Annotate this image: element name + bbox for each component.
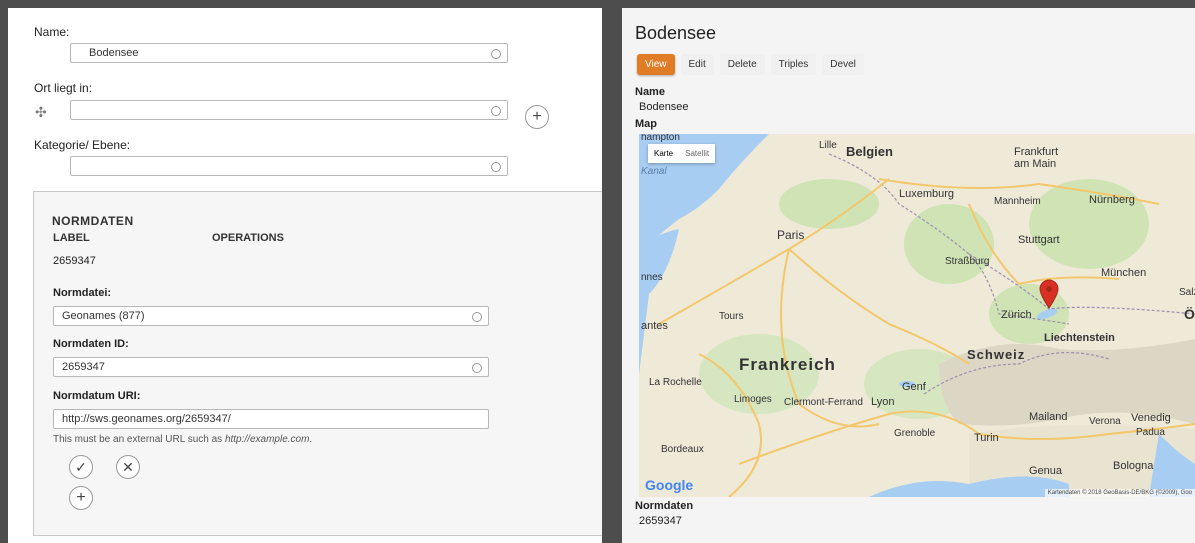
autocomplete-icon bbox=[472, 312, 482, 322]
map-label-la-rochelle: La Rochelle bbox=[649, 377, 702, 388]
close-icon: ✕ bbox=[122, 458, 134, 475]
tab-triples[interactable]: Triples bbox=[770, 54, 817, 75]
name-label: Name: bbox=[34, 25, 70, 39]
map-type-karte[interactable]: Karte bbox=[648, 144, 679, 163]
name-field-label: Name bbox=[635, 86, 665, 98]
map-attribution: Kartendaten © 2018 GeoBasis-DE/BKG (©200… bbox=[1044, 489, 1195, 497]
confirm-button[interactable]: ✓ bbox=[69, 455, 93, 479]
map-label-frankfurt: Frankfurt am Main bbox=[1014, 146, 1059, 170]
map-label-turin: Turin bbox=[974, 432, 999, 444]
view-panel: Bodensee View Edit Delete Triples Devel … bbox=[622, 8, 1195, 543]
uri-help-text: This must be an external URL such as htt… bbox=[53, 434, 312, 445]
map-label-osterreich: Ö bbox=[1184, 306, 1195, 322]
name-field[interactable]: Bodensee bbox=[70, 43, 508, 63]
map-label-mannheim: Mannheim bbox=[994, 196, 1041, 207]
map-label-southampton: hampton bbox=[641, 134, 680, 143]
location-marker-icon[interactable] bbox=[1039, 279, 1059, 309]
uri-help-suffix: . bbox=[309, 434, 313, 445]
normdaten-id-label: Normdaten ID: bbox=[53, 338, 129, 350]
autocomplete-icon bbox=[491, 49, 501, 59]
map-label-padua: Padua bbox=[1136, 427, 1165, 438]
map-label-nurnberg: Nürnberg bbox=[1089, 194, 1135, 206]
map-label-frankreich: Frankreich bbox=[739, 355, 836, 374]
map-label-lille: Lille bbox=[819, 140, 837, 151]
normdatum-uri-label: Normdatum URI: bbox=[53, 390, 141, 402]
tab-devel[interactable]: Devel bbox=[822, 54, 864, 75]
page-title: Bodensee bbox=[635, 23, 717, 43]
normdatei-field-value: Geonames (877) bbox=[62, 310, 145, 322]
uri-help-example: http://example.com bbox=[224, 434, 310, 445]
ort-label: Ort liegt in: bbox=[34, 81, 93, 95]
normdatum-uri-field[interactable]: http://sws.geonames.org/2659347/ bbox=[53, 409, 489, 429]
map-label-grenoble: Grenoble bbox=[894, 428, 936, 439]
map-label-schweiz: Schweiz bbox=[967, 347, 1026, 362]
local-tasks-tabs: View Edit Delete Triples Devel bbox=[637, 54, 864, 75]
map-label-stuttgart: Stuttgart bbox=[1018, 234, 1060, 246]
map-field-label: Map bbox=[635, 118, 657, 130]
column-header-operations: OPERATIONS bbox=[212, 232, 284, 244]
autocomplete-icon bbox=[472, 363, 482, 373]
tab-view[interactable]: View bbox=[637, 54, 675, 75]
map-label-rennes: nnes bbox=[641, 272, 663, 283]
normdaten-title: NORMDATEN bbox=[52, 214, 134, 228]
map-label-clermont: Clermont-Ferrand bbox=[784, 397, 863, 408]
name-field-value: Bodensee bbox=[639, 101, 689, 113]
kategorie-field[interactable] bbox=[70, 156, 508, 176]
add-ort-button[interactable]: + bbox=[525, 105, 549, 129]
map-label-paris: Paris bbox=[777, 228, 805, 242]
map-label-salzburg: Salzbu bbox=[1179, 287, 1195, 298]
edit-form-panel: Name: Bodensee Ort liegt in: ✣ + Kategor… bbox=[8, 8, 602, 543]
map-label-bologna: Bologna bbox=[1113, 460, 1154, 472]
map-label-zurich: Zürich bbox=[1001, 309, 1032, 321]
google-logo: Google bbox=[645, 477, 694, 493]
normdaten-fieldset: NORMDATEN LABEL OPERATIONS 2659347 Normd… bbox=[33, 191, 602, 536]
normdatum-uri-value: http://sws.geonames.org/2659347/ bbox=[62, 413, 231, 425]
map-type-satellit[interactable]: Satellit bbox=[679, 144, 715, 163]
ort-field[interactable] bbox=[70, 100, 508, 120]
normdatei-field[interactable]: Geonames (877) bbox=[53, 306, 489, 326]
normdaten-id-value: 2659347 bbox=[62, 361, 105, 373]
tab-edit[interactable]: Edit bbox=[680, 54, 714, 75]
map-label-strassburg: Straßburg bbox=[945, 256, 990, 267]
checkmark-icon: ✓ bbox=[75, 458, 87, 475]
map[interactable]: Karte Satellit hampton Lille Kanal Belgi… bbox=[639, 134, 1195, 497]
map-label-luxemburg: Luxemburg bbox=[899, 188, 955, 200]
autocomplete-icon bbox=[491, 162, 501, 172]
normdaten-id-field[interactable]: 2659347 bbox=[53, 357, 489, 377]
map-label-kanal: Kanal bbox=[641, 166, 667, 177]
map-label-lyon: Lyon bbox=[871, 396, 895, 408]
tab-delete[interactable]: Delete bbox=[719, 54, 765, 75]
map-label-venedig: Venedig bbox=[1131, 412, 1171, 424]
cancel-button[interactable]: ✕ bbox=[116, 455, 140, 479]
map-label-liechtenstein: Liechtenstein bbox=[1044, 332, 1115, 344]
normdaten-field-value: 2659347 bbox=[639, 515, 682, 527]
autocomplete-icon bbox=[491, 106, 501, 116]
normdatei-label: Normdatei: bbox=[53, 287, 112, 299]
normdaten-row-value: 2659347 bbox=[53, 255, 96, 267]
map-label-genua: Genua bbox=[1029, 465, 1063, 477]
add-normdaten-button[interactable]: + bbox=[69, 486, 93, 510]
map-label-belgien: Belgien bbox=[846, 144, 893, 159]
kategorie-label: Kategorie/ Ebene: bbox=[34, 138, 131, 152]
column-header-label: LABEL bbox=[53, 232, 90, 244]
map-label-verona: Verona bbox=[1089, 416, 1121, 427]
normdaten-field-label: Normdaten bbox=[635, 500, 694, 512]
map-label-nantes: antes bbox=[641, 320, 668, 332]
plus-icon: + bbox=[76, 489, 86, 506]
map-label-munchen: München bbox=[1101, 267, 1147, 279]
name-field-value: Bodensee bbox=[89, 47, 139, 59]
map-label-mailand: Mailand bbox=[1029, 411, 1068, 423]
map-label-bordeaux: Bordeaux bbox=[661, 444, 704, 455]
map-type-control: Karte Satellit bbox=[648, 144, 716, 163]
drag-handle-icon[interactable]: ✣ bbox=[35, 104, 47, 121]
plus-icon: + bbox=[532, 108, 542, 125]
uri-help-prefix: This must be an external URL such as bbox=[53, 434, 225, 445]
map-label-tours: Tours bbox=[719, 311, 744, 322]
map-label-limoges: Limoges bbox=[734, 394, 772, 405]
map-label-genf: Genf bbox=[902, 381, 926, 393]
